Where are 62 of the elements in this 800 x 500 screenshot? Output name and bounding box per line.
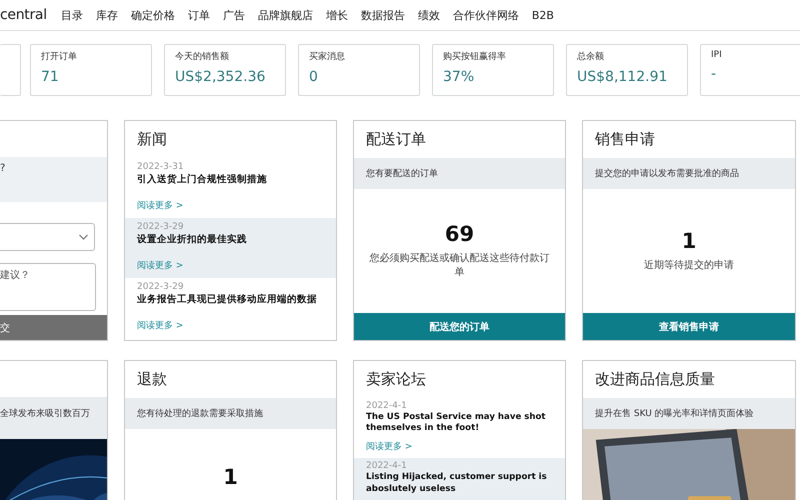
- metric-value: 0: [309, 69, 319, 85]
- nav-link[interactable]: 库存: [96, 8, 118, 22]
- card-title: 退款: [137, 370, 167, 388]
- nav-link[interactable]: 目录: [60, 8, 83, 22]
- read-more-link[interactable]: 阅读更多 >: [137, 198, 184, 212]
- submit-button[interactable]: 交: [0, 315, 107, 340]
- action-button[interactable]: 配送您的订单: [354, 313, 565, 340]
- nav-link[interactable]: 品牌旗舰店: [258, 8, 313, 22]
- metric-value: US$2,352.36: [175, 69, 266, 85]
- card-title: 销售申请: [595, 130, 655, 148]
- metric-label: 今天的销售额: [175, 50, 230, 63]
- nav-link[interactable]: 增长: [326, 8, 348, 22]
- metric-card: [0, 44, 21, 96]
- metric-label: 买家消息: [309, 50, 346, 63]
- news-headline: The US Postal Service may have shot themselves in the foot!: [366, 412, 547, 434]
- metric-label: 打开订单: [41, 50, 78, 63]
- news-headline: 设置企业折扣的最佳实践: [137, 234, 248, 247]
- count-value: 1: [223, 465, 238, 489]
- nav-link[interactable]: 绩效: [418, 8, 440, 22]
- text-area[interactable]: 建议？: [0, 263, 96, 311]
- action-button[interactable]: 查看销售申请: [583, 313, 795, 340]
- card-subtitle: 您有待处理的退款需要采取措施: [125, 398, 336, 429]
- metric-value: 71: [41, 69, 60, 85]
- nav-link[interactable]: 广告: [222, 8, 245, 22]
- nav-link[interactable]: B2B: [532, 8, 554, 22]
- metric-value: US$8,112.91: [577, 69, 668, 85]
- news-date: 2022-3-31: [137, 162, 185, 172]
- metric-label: IPI: [711, 50, 723, 60]
- card-subtitle: 全球发布来吸引数百万: [0, 397, 107, 439]
- read-more-link[interactable]: 阅读更多 >: [137, 258, 184, 272]
- count-value: 69: [444, 222, 474, 246]
- card-subtitle: 提升在售 SKU 的曝光率和详情页面体验: [583, 398, 795, 429]
- nav-link[interactable]: 确定价格: [130, 8, 175, 22]
- card-title: 改进商品信息质量: [595, 370, 715, 388]
- card-subtitle: 您有要配送的订单: [354, 158, 565, 189]
- news-date: 2022-3-29: [137, 282, 185, 292]
- logo-text: central: [0, 7, 47, 23]
- metric-value: 37%: [443, 69, 476, 85]
- card-subtitle: 提交您的申请以发布需要批准的商品: [583, 158, 795, 189]
- news-date: 2022-3-29: [137, 222, 185, 232]
- chevron-down-icon: [79, 234, 88, 240]
- card-title: 配送订单: [366, 130, 426, 148]
- read-more-link[interactable]: 阅读更多 >: [366, 440, 412, 454]
- news-date: 2022-4-1: [366, 461, 408, 472]
- card-title: 新闻: [137, 130, 167, 148]
- card-title: 卖家论坛: [366, 370, 426, 388]
- nav-link[interactable]: 数据报告: [360, 8, 405, 22]
- count-value: 1: [682, 228, 696, 253]
- metric-label: 总余额: [577, 50, 605, 63]
- metric-label: 购买按钮赢得率: [443, 50, 507, 63]
- nav-link[interactable]: 订单: [188, 8, 210, 22]
- nav-link[interactable]: 合作伙伴网络: [452, 8, 519, 22]
- dropdown[interactable]: [0, 223, 95, 251]
- news-headline: Listing Hijacked, customer support is aboslutely useless: [366, 472, 548, 495]
- count-description: 您必须购买配送或确认配送这些待付款订单: [368, 252, 550, 280]
- count-description: 近期等待提交的申请: [644, 258, 734, 273]
- news-date: 2022-4-1: [366, 401, 408, 411]
- read-more-link[interactable]: 阅读更多 >: [137, 318, 184, 332]
- news-headline: 业务报告工具现已提供移动应用端的数据: [137, 294, 318, 307]
- metric-value: -: [711, 66, 718, 82]
- question-text: ?: [0, 163, 6, 174]
- news-headline: 引入送货上门合规性强制措施: [137, 174, 268, 187]
